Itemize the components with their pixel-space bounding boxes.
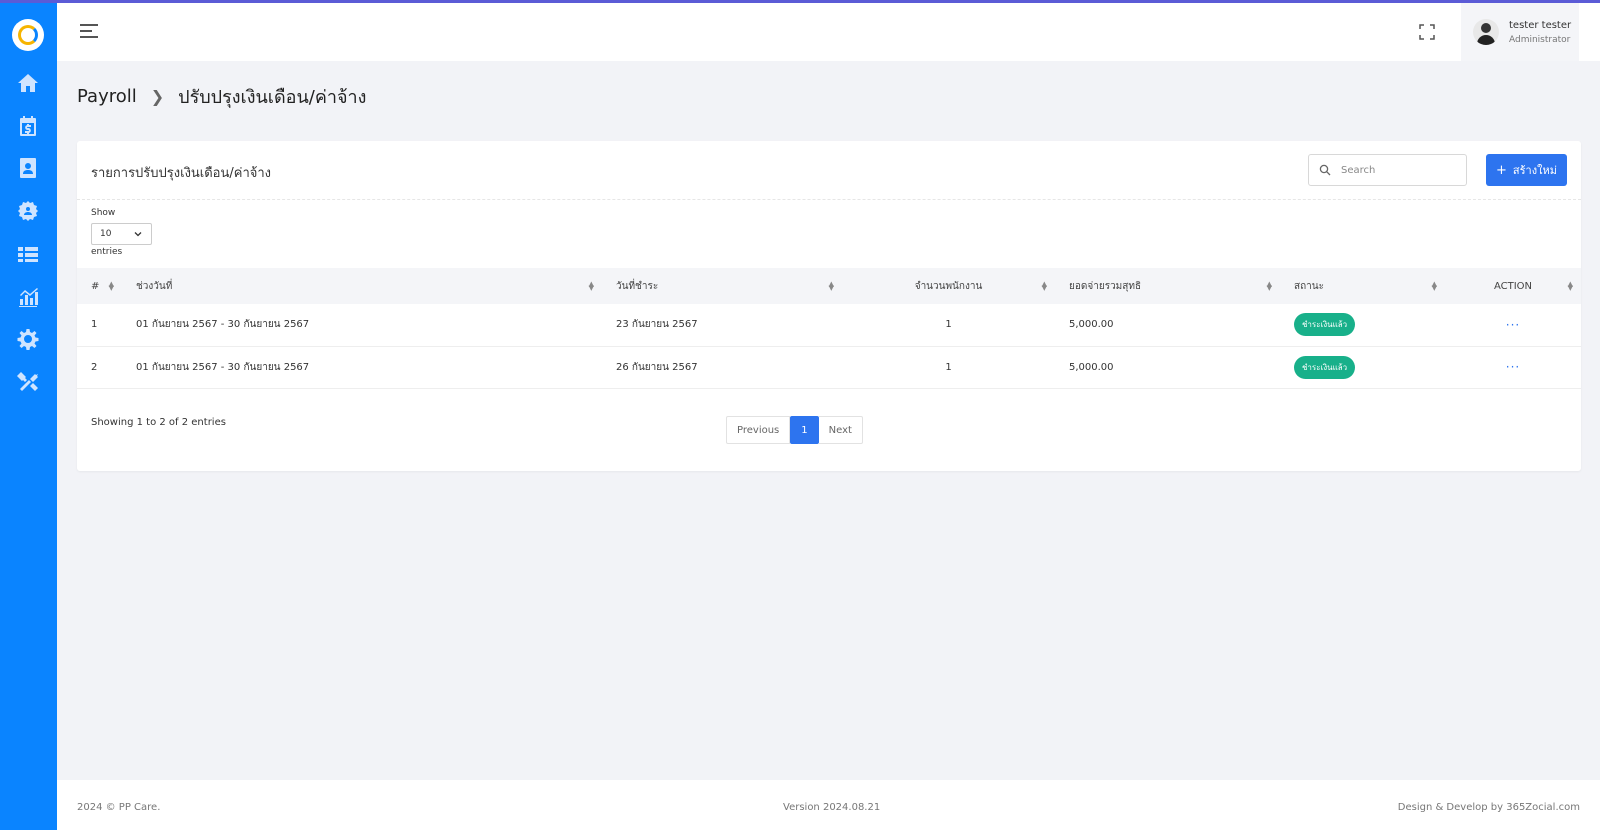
user-name: tester tester (1509, 19, 1572, 31)
card-divider (77, 199, 1581, 200)
cell-action: ··· (1445, 346, 1581, 388)
sidebar-item-list[interactable] (15, 241, 41, 267)
adjustment-table: # ▲ ▼ ช่วงวันที่ ▲ ▼ วันที่ชำระ ▲ ▼ จำนวนพนักง… (77, 268, 1581, 389)
fullscreen-icon[interactable] (1419, 24, 1435, 40)
sidebar-item-reports[interactable] (15, 284, 41, 310)
user-list-icon (18, 247, 38, 262)
tools-icon (17, 372, 38, 391)
column-header-total[interactable]: ยอดจ่ายรวมสุทธิ ▲ ▼ (1055, 268, 1280, 304)
sidebar-item-tools[interactable] (15, 369, 41, 395)
entries-label: entries (91, 247, 123, 257)
cell-number: 2 (91, 361, 98, 373)
app-logo[interactable] (12, 19, 44, 51)
column-header-paid-date[interactable]: วันที่ชำระ ▲ ▼ (602, 268, 842, 304)
sidebar-item-team[interactable] (15, 198, 41, 224)
cell-paid-date: 26 กันยายน 2567 (616, 361, 698, 373)
footer: 2024 © PP Care. Version 2024.08.21 Desig… (57, 780, 1600, 830)
sidebar-item-settings[interactable] (15, 326, 41, 352)
column-header-employees[interactable]: จำนวนพนักงาน ▲ ▼ (842, 268, 1055, 304)
cell-number: 1 (91, 319, 98, 331)
table-row: 2 01 กันยายน 2567 - 30 กันยายน 2567 26 ก… (77, 346, 1581, 388)
create-new-label: สร้างใหม่ (1512, 164, 1557, 177)
footer-copyright: 2024 © PP Care. (77, 802, 161, 813)
cell-date-range: 01 กันยายน 2567 - 30 กันยายน 2567 (136, 319, 310, 331)
top-header: tester tester Administrator (57, 3, 1600, 61)
column-header-status[interactable]: สถานะ ▲ ▼ (1280, 268, 1445, 304)
table-header-row: # ▲ ▼ ช่วงวันที่ ▲ ▼ วันที่ชำระ ▲ ▼ จำนวนพนักง… (77, 268, 1581, 304)
adjustment-list-card: รายการปรับปรุงเงินเดือน/ค่าจ้าง + สร้างใ… (77, 141, 1581, 471)
page-length-value: 10 (100, 229, 112, 239)
search-box (1308, 154, 1467, 186)
column-header-number[interactable]: # ▲ ▼ (77, 268, 122, 304)
cell-employees: 1 (945, 361, 952, 373)
chevron-right-icon: ❯ (150, 87, 165, 106)
column-header-action[interactable]: ACTION ▲ ▼ (1445, 268, 1581, 304)
table-row: 1 01 กันยายน 2567 - 30 กันยายน 2567 23 ก… (77, 304, 1581, 346)
search-input[interactable] (1341, 164, 1461, 176)
status-badge: ชำระเงินแล้ว (1294, 313, 1356, 337)
user-menu[interactable]: tester tester Administrator (1461, 3, 1579, 61)
sidebar-item-home[interactable] (15, 70, 41, 96)
chevron-down-icon (134, 232, 142, 237)
pagination: Previous 1 Next (726, 416, 863, 444)
sort-icon: ▲ ▼ (1567, 280, 1573, 292)
cell-total: 5,000.00 (1069, 319, 1114, 331)
card-title: รายการปรับปรุงเงินเดือน/ค่าจ้าง (91, 166, 272, 181)
users-gear-icon (18, 201, 38, 221)
sort-icon: ▲ ▼ (828, 280, 834, 292)
breadcrumb: Payroll ❯ ปรับปรุงเงินเดือน/ค่าจ้าง (77, 82, 366, 111)
home-icon (18, 74, 38, 92)
cell-employees: 1 (945, 319, 952, 331)
column-header-date-range[interactable]: ช่วงวันที่ ▲ ▼ (122, 268, 602, 304)
sort-icon: ▲ ▼ (1266, 280, 1272, 292)
sort-icon: ▲ ▼ (1041, 280, 1047, 292)
more-options-icon[interactable]: ··· (1506, 318, 1520, 332)
footer-version: Version 2024.08.21 (783, 802, 881, 813)
create-new-button[interactable]: + สร้างใหม่ (1486, 154, 1567, 186)
previous-page-button[interactable]: Previous (726, 416, 791, 444)
plus-icon: + (1496, 162, 1507, 178)
cell-action: ··· (1445, 304, 1581, 346)
gear-icon (17, 329, 39, 350)
cell-total: 5,000.00 (1069, 361, 1114, 373)
cell-date-range: 01 กันยายน 2567 - 30 กันยายน 2567 (136, 361, 310, 373)
chart-icon (19, 288, 38, 307)
sidebar (0, 3, 57, 830)
pagination-info: Showing 1 to 2 of 2 entries (91, 417, 226, 428)
page-title: ปรับปรุงเงินเดือน/ค่าจ้าง (178, 87, 367, 108)
page-1-button[interactable]: 1 (790, 416, 819, 444)
breadcrumb-root[interactable]: Payroll (77, 86, 137, 107)
page-length-select[interactable]: 10 (91, 223, 152, 245)
status-badge: ชำระเงินแล้ว (1294, 355, 1356, 379)
sidebar-item-contacts[interactable] (15, 155, 41, 181)
sort-icon: ▲ ▼ (1431, 280, 1437, 292)
show-label: Show (91, 208, 116, 218)
contact-book-icon (20, 158, 36, 178)
avatar (1473, 19, 1499, 45)
sort-icon: ▲ ▼ (588, 280, 594, 292)
menu-toggle-icon[interactable] (80, 24, 98, 38)
search-icon (1319, 164, 1331, 176)
sort-icon: ▲ ▼ (108, 280, 114, 292)
more-options-icon[interactable]: ··· (1506, 360, 1520, 374)
sidebar-item-payroll[interactable] (15, 113, 41, 139)
user-role: Administrator (1509, 34, 1571, 45)
footer-credit: Design & Develop by 365Zocial.com (1397, 802, 1580, 813)
logo-mark (18, 25, 38, 45)
cell-paid-date: 23 กันยายน 2567 (616, 319, 698, 331)
next-page-button[interactable]: Next (818, 416, 863, 444)
cell-status: ชำระเงินแล้ว (1280, 346, 1445, 388)
calendar-dollar-icon (20, 116, 36, 136)
cell-status: ชำระเงินแล้ว (1280, 304, 1445, 346)
